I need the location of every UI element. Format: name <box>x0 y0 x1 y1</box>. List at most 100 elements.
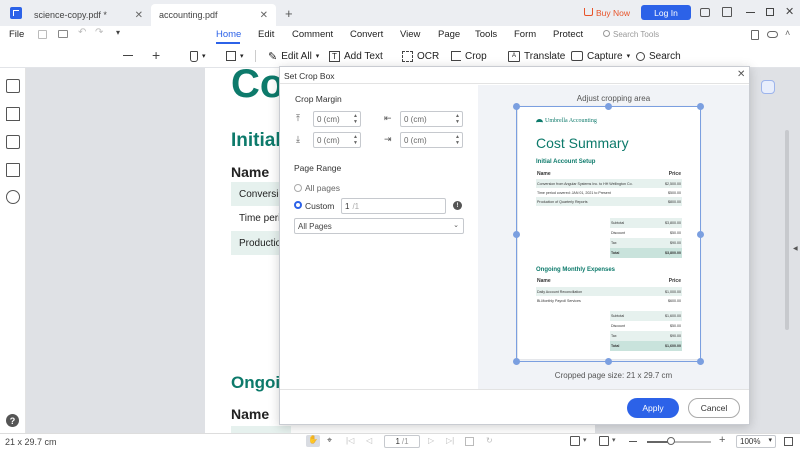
hand-tool-icon[interactable]: ✋ <box>306 435 320 447</box>
crop-handle-l[interactable] <box>513 231 520 238</box>
highlight-tool-button[interactable]: ▾ <box>190 48 206 64</box>
zoom-slider-thumb[interactable] <box>667 437 675 445</box>
capture-button[interactable]: Capture ▾ <box>571 48 630 64</box>
close-dialog-icon[interactable]: ✕ <box>737 69 745 80</box>
save-icon[interactable] <box>38 30 47 39</box>
crop-handle-bl[interactable] <box>513 358 520 365</box>
collapse-right-icon[interactable]: ◀ <box>793 245 798 252</box>
status-zoom-in-icon[interactable]: + <box>719 434 725 446</box>
minimize-icon[interactable] <box>746 12 755 14</box>
menu-home[interactable]: Home <box>216 29 241 43</box>
crop-handle-tr[interactable] <box>697 103 704 110</box>
close-tab-icon[interactable]: ✕ <box>260 10 268 21</box>
new-tab-icon[interactable]: + <box>285 6 293 21</box>
top-margin-input[interactable]: 0 (cm) ▲ ▼ <box>313 111 361 127</box>
zoom-slider[interactable] <box>647 441 711 443</box>
comment-icon[interactable] <box>6 135 20 149</box>
first-page-icon[interactable]: |◁ <box>346 436 354 445</box>
page-number-input[interactable]: 1 /1 <box>384 435 420 448</box>
crop-frame[interactable] <box>516 106 701 362</box>
bottom-margin-input[interactable]: 0 (cm) ▲ ▼ <box>313 132 361 148</box>
doc-row-text: Conversio <box>239 189 285 200</box>
cancel-button[interactable]: Cancel <box>688 398 740 418</box>
close-tab-icon[interactable]: ✕ <box>135 10 143 21</box>
menu-comment[interactable]: Comment <box>292 29 333 43</box>
crop-handle-tl[interactable] <box>513 103 520 110</box>
select-tool-icon[interactable]: ⌖ <box>327 435 332 446</box>
menu-tools[interactable]: Tools <box>475 29 497 43</box>
redo-icon[interactable]: ↷ <box>95 27 103 38</box>
fit-page-icon[interactable] <box>465 437 474 446</box>
doc-table-row <box>231 426 291 433</box>
help-icon[interactable]: ? <box>6 414 19 427</box>
page-layout-icon[interactable] <box>570 436 580 446</box>
quick-access-dropdown-icon[interactable]: ▾ <box>116 28 120 37</box>
translate-button[interactable]: A Translate <box>508 48 565 64</box>
crop-handle-r[interactable] <box>697 231 704 238</box>
menu-file[interactable]: File <box>9 29 24 43</box>
menu-form[interactable]: Form <box>514 29 536 43</box>
crop-handle-b[interactable] <box>605 358 612 365</box>
menu-page[interactable]: Page <box>438 29 460 43</box>
spinner-icon[interactable]: ▲ ▼ <box>455 134 460 146</box>
zoom-in-icon[interactable]: + <box>152 48 160 62</box>
crop-button[interactable]: Crop <box>451 48 487 64</box>
left-margin-input[interactable]: 0 (cm) ▲ ▼ <box>400 111 463 127</box>
last-page-icon[interactable]: ▷| <box>446 436 454 445</box>
attachment-icon[interactable] <box>6 163 20 177</box>
crop-handle-br[interactable] <box>697 358 704 365</box>
buy-now-link[interactable]: Buy Now <box>596 8 630 18</box>
thumbnails-icon[interactable] <box>6 79 20 93</box>
custom-range-input[interactable]: 1 /1 <box>341 198 446 214</box>
search-button[interactable]: Search <box>636 48 681 64</box>
spinner-icon[interactable]: ▲ ▼ <box>353 134 358 146</box>
menu-edit[interactable]: Edit <box>258 29 274 43</box>
bookmark-icon[interactable] <box>6 107 20 121</box>
vertical-scrollbar[interactable] <box>785 130 789 330</box>
info-icon[interactable]: ! <box>453 201 462 210</box>
prev-page-icon[interactable]: ◁ <box>366 436 372 445</box>
menu-view[interactable]: View <box>400 29 420 43</box>
menu-convert[interactable]: Convert <box>350 29 383 43</box>
close-window-icon[interactable]: ✕ <box>785 5 794 18</box>
undo-icon[interactable]: ↶ <box>78 27 86 38</box>
cloud-upload-icon[interactable] <box>767 31 778 38</box>
fullscreen-icon[interactable] <box>784 437 793 446</box>
rotate-icon[interactable]: ↻ <box>486 436 493 445</box>
add-text-button[interactable]: T Add Text <box>329 48 383 64</box>
message-icon[interactable] <box>700 8 710 17</box>
chevron-down-icon[interactable]: ▾ <box>583 436 587 444</box>
crop-handle-t[interactable] <box>605 103 612 110</box>
zoom-select[interactable]: 100% ▾ <box>736 435 776 448</box>
chevron-down-icon[interactable]: ▾ <box>612 436 616 444</box>
right-margin-input[interactable]: 0 (cm) ▲ ▼ <box>400 132 463 148</box>
spinner-icon[interactable]: ▲ ▼ <box>353 113 358 125</box>
ai-assistant-icon[interactable] <box>761 80 775 94</box>
spinner-icon[interactable]: ▲ ▼ <box>455 113 460 125</box>
tab-accounting[interactable]: accounting.pdf ✕ <box>151 4 276 26</box>
expand-icon[interactable]: ˄ <box>785 28 790 38</box>
menu-protect[interactable]: Protect <box>553 29 583 43</box>
print-icon[interactable] <box>58 30 68 38</box>
toolbar-toggle-icon[interactable] <box>722 7 732 17</box>
tab-science-copy[interactable]: science-copy.pdf * ✕ <box>26 4 151 26</box>
search-tools-input[interactable]: Search Tools <box>613 30 659 39</box>
all-pages-radio[interactable] <box>294 184 302 192</box>
login-button[interactable]: Log In <box>641 5 691 20</box>
bottom-margin-icon: ⤓ <box>296 134 300 144</box>
next-page-icon[interactable]: ▷ <box>428 436 434 445</box>
view-mode-icon[interactable] <box>599 436 609 446</box>
apply-button[interactable]: Apply <box>627 398 679 418</box>
pages-select[interactable]: All Pages ⌄ <box>294 218 464 234</box>
all-pages-label: All pages <box>305 183 340 193</box>
maximize-icon[interactable] <box>766 8 774 16</box>
status-zoom-out-icon[interactable] <box>629 441 637 443</box>
zoom-out-icon[interactable] <box>123 55 133 57</box>
doc-heading-ongoing: Ongoi <box>231 373 281 392</box>
search-panel-icon[interactable] <box>6 190 20 204</box>
tab-label: science-copy.pdf * <box>34 10 107 20</box>
ocr-button[interactable]: OCR <box>402 48 439 64</box>
custom-radio[interactable] <box>294 201 302 209</box>
pdf-convert-icon[interactable] <box>751 30 759 40</box>
cart-icon[interactable] <box>584 8 593 16</box>
